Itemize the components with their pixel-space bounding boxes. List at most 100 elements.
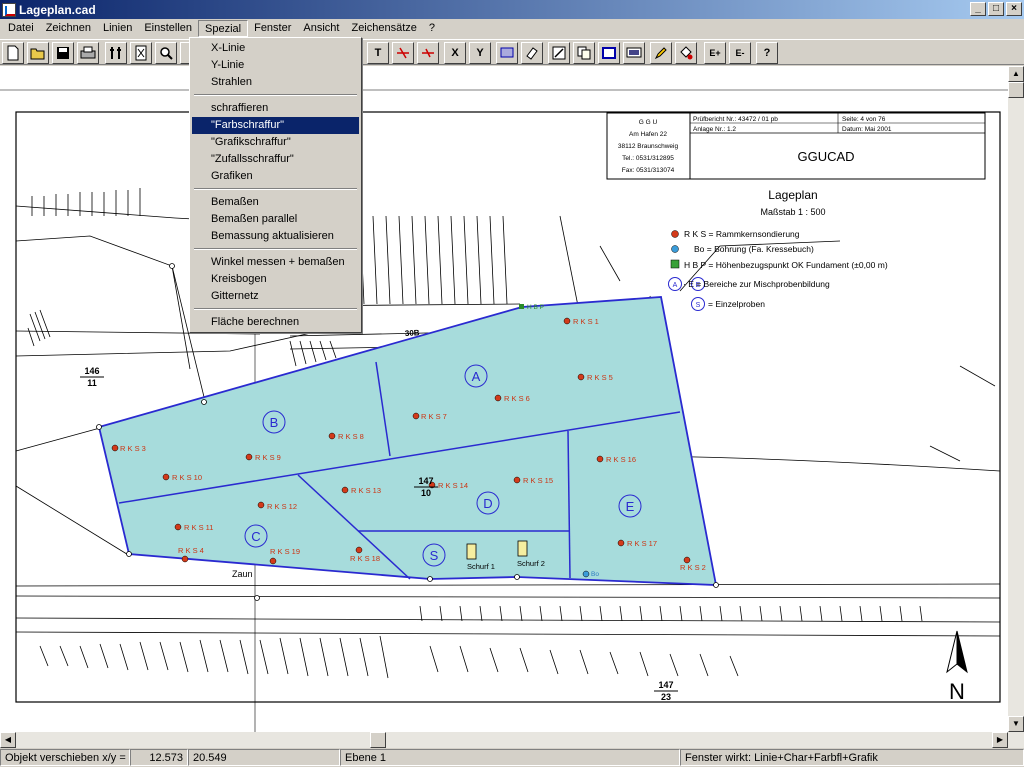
menu-item-bemassen[interactable]: Bemaßen xyxy=(192,194,359,211)
menu-einstellen[interactable]: Einstellen xyxy=(138,20,198,37)
rks-16-label: R K S 16 xyxy=(606,455,636,464)
app-name-label: GGUCAD xyxy=(797,149,854,164)
menu-linien[interactable]: Linien xyxy=(97,20,138,37)
new-file-icon[interactable] xyxy=(2,42,24,64)
window-icon[interactable] xyxy=(496,42,518,64)
menu-item-grafikschraffur[interactable]: "Grafikschraffur" xyxy=(192,134,359,151)
frame-icon[interactable] xyxy=(598,42,620,64)
scroll-left-icon[interactable]: ◀ xyxy=(0,732,16,748)
menu-item-y-linie[interactable]: Y-Linie xyxy=(192,57,359,74)
status-action: Objekt verschieben x/y = xyxy=(0,749,130,766)
menu-item-bemassung-aktualisieren[interactable]: Bemassung aktualisieren xyxy=(192,228,359,245)
status-layer: Ebene 1 xyxy=(340,749,680,766)
drawing-canvas[interactable]: A B C D E S Schurf 1 Schurf 2 H B P Bo R… xyxy=(0,66,1008,732)
scroll-down-icon[interactable]: ▼ xyxy=(1008,716,1024,732)
rks-19-label: R K S 19 xyxy=(270,547,300,556)
scroll-up-icon[interactable]: ▲ xyxy=(1008,66,1024,82)
plan-title: Lageplan xyxy=(768,188,817,202)
rks-12-label: R K S 12 xyxy=(267,502,297,511)
menu-separator xyxy=(194,188,357,190)
open-folder-icon[interactable] xyxy=(27,42,49,64)
app-icon xyxy=(2,2,16,17)
svg-text:Anlage Nr.: 1.2: Anlage Nr.: 1.2 xyxy=(693,126,736,133)
window-title: Lageplan.cad xyxy=(19,2,96,17)
svg-text:146: 146 xyxy=(84,366,99,376)
svg-text:Prüfbericht Nr.: 43472 / 01 pb: Prüfbericht Nr.: 43472 / 01 pb xyxy=(693,116,778,123)
bohrung-marker xyxy=(582,570,590,578)
menu-ansicht[interactable]: Ansicht xyxy=(297,20,345,37)
zoom-icon[interactable] xyxy=(155,42,177,64)
menu-item-bemassen-parallel[interactable]: Bemaßen parallel xyxy=(192,211,359,228)
menu-item-flaeche-berechnen[interactable]: Fläche berechnen xyxy=(192,314,359,331)
rks-9-label: R K S 9 xyxy=(255,453,281,462)
save-icon[interactable] xyxy=(52,42,74,64)
menu-item-grafiken[interactable]: Grafiken xyxy=(192,168,359,185)
eraser-icon[interactable] xyxy=(521,42,543,64)
menu-item-farbschraffur[interactable]: "Farbschraffur" xyxy=(192,117,359,134)
rks-13-label: R K S 13 xyxy=(351,486,381,495)
area-label-d: D xyxy=(483,496,492,511)
svg-text:Am Hafen 22: Am Hafen 22 xyxy=(629,131,667,138)
svg-text:147: 147 xyxy=(418,476,433,486)
rks-5-label: R K S 5 xyxy=(587,373,613,382)
bohrung-label: Bo xyxy=(591,571,599,578)
maximize-button[interactable]: □ xyxy=(988,2,1004,16)
print-icon[interactable] xyxy=(77,42,99,64)
menu-separator xyxy=(194,248,357,250)
screen-icon[interactable] xyxy=(623,42,645,64)
tools-icon[interactable] xyxy=(105,42,127,64)
layer-down-button[interactable]: E- xyxy=(729,42,751,64)
layer-up-button[interactable]: E+ xyxy=(704,42,726,64)
copy-icon[interactable] xyxy=(573,42,595,64)
title-bar: Lageplan.cad _ □ × xyxy=(0,0,1024,19)
rks-2-label: R K S 2 xyxy=(680,563,706,572)
menu-help[interactable]: ? xyxy=(423,20,441,37)
rks-3-label: R K S 3 xyxy=(120,444,146,453)
rks-6-label: R K S 6 xyxy=(504,394,530,403)
help-button[interactable]: ? xyxy=(756,42,778,64)
vertical-scrollbar[interactable]: ▲ ▼ xyxy=(1008,66,1024,732)
rks-7-label: R K S 7 xyxy=(421,412,447,421)
menu-item-gitternetz[interactable]: Gitternetz xyxy=(192,288,359,305)
schurf-2-marker xyxy=(517,540,528,557)
y-line-button[interactable]: Y xyxy=(469,42,491,64)
menu-item-x-linie[interactable]: X-Linie xyxy=(192,40,359,57)
hbp-label: H B P xyxy=(527,304,544,311)
menu-item-zufallsschraffur[interactable]: "Zufallsschraffur" xyxy=(192,151,359,168)
area-label-e: E xyxy=(626,499,635,514)
menu-zeichensaetze[interactable]: Zeichensätze xyxy=(345,20,422,37)
menu-fenster[interactable]: Fenster xyxy=(248,20,297,37)
menu-item-schraffieren[interactable]: schraffieren xyxy=(192,100,359,117)
edit-icon[interactable] xyxy=(548,42,570,64)
svg-text:Tel.: 0531/312895: Tel.: 0531/312895 xyxy=(622,155,674,162)
scroll-right-icon[interactable]: ▶ xyxy=(992,732,1008,748)
rks-11-label: R K S 11 xyxy=(184,523,213,532)
svg-text:S: S xyxy=(696,302,701,309)
menu-item-kreisbogen[interactable]: Kreisbogen xyxy=(192,271,359,288)
pen-color-icon[interactable] xyxy=(650,42,672,64)
menu-item-strahlen[interactable]: Strahlen xyxy=(192,74,359,91)
toolbar: T X Y E+ E- ? xyxy=(0,39,1024,65)
menu-zeichnen[interactable]: Zeichnen xyxy=(40,20,97,37)
svg-text:A: A xyxy=(673,282,678,289)
page-preview-icon[interactable] xyxy=(130,42,152,64)
menu-spezial[interactable]: Spezial xyxy=(198,20,249,37)
minimize-button[interactable]: _ xyxy=(970,2,986,16)
horizontal-scroll-thumb[interactable] xyxy=(370,732,386,748)
vertical-scroll-thumb[interactable] xyxy=(1008,82,1024,98)
status-mode: Fenster wirkt: Linie+Char+Farbfl+Grafik xyxy=(680,749,1024,766)
text-tool-button[interactable]: T xyxy=(367,42,389,64)
fill-color-icon[interactable] xyxy=(675,42,697,64)
x-line-button[interactable]: X xyxy=(444,42,466,64)
schurf-1-marker xyxy=(466,543,477,560)
trim-line-icon[interactable] xyxy=(417,42,439,64)
menu-item-winkel-messen[interactable]: Winkel messen + bemaßen xyxy=(192,254,359,271)
svg-text:Fax: 0531/313074: Fax: 0531/313074 xyxy=(622,167,675,174)
horizontal-scrollbar[interactable]: ◀ ▶ xyxy=(0,732,1024,748)
menu-datei[interactable]: Datei xyxy=(2,20,40,37)
close-button[interactable]: × xyxy=(1006,2,1022,16)
title-block: G G U Am Hafen 22 38112 Braunschweig Tel… xyxy=(606,112,986,180)
cut-line-icon[interactable] xyxy=(392,42,414,64)
svg-text:23: 23 xyxy=(661,692,671,702)
svg-text:Datum: Mai 2001: Datum: Mai 2001 xyxy=(842,126,892,133)
